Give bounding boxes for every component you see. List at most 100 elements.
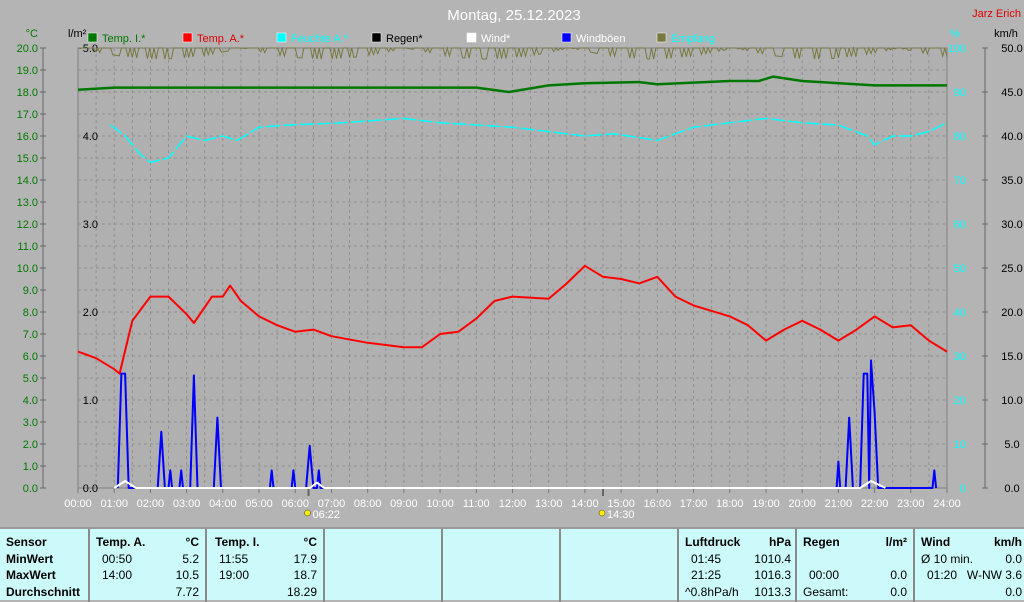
rain-tick-label: 5.0	[83, 43, 98, 55]
col-temp-a: Temp. A. °C 00:50 5.2 14:00 10.5 7.72	[88, 529, 205, 602]
temp-axis-label: °C	[26, 28, 38, 40]
col-temp-i: Temp. I.°C 11:5517.9 19:0018.7 18.29	[205, 529, 323, 602]
temp-tick-label: 4.0	[23, 395, 38, 407]
x-tick-label: 02:00	[137, 498, 165, 510]
x-tick-label: 21:00	[825, 498, 853, 510]
x-tick-label: 08:00	[354, 498, 382, 510]
wind-tick-label: 40.0	[1001, 131, 1022, 143]
humidity-tick-label: 60	[954, 219, 966, 231]
humidity-tick-label: 50	[954, 263, 966, 275]
temp-i-unit: °C	[304, 535, 317, 549]
wind-tick-label: 10.0	[1001, 395, 1022, 407]
temp-tick-label: 11.0	[17, 241, 38, 253]
legend-label: Windböen	[576, 33, 626, 45]
temp-tick-label: 8.0	[23, 307, 38, 319]
luftdruck-trend: ^0.8hPa/h	[685, 585, 739, 599]
temp-i-header: Temp. I.	[215, 535, 259, 549]
temp-tick-label: 7.0	[23, 329, 38, 341]
x-tick-label: 19:00	[752, 498, 780, 510]
luftdruck-max: 1016.3	[754, 568, 791, 582]
wind-max: W-NW 3.6	[967, 568, 1022, 582]
temp-tick-label: 12.0	[17, 219, 38, 231]
temp-a-max-time: 14:00	[102, 568, 132, 582]
sunset-icon	[599, 510, 605, 516]
luftdruck-max-time: 21:25	[691, 568, 721, 582]
regen-total: 0.0	[890, 585, 907, 599]
x-tick-label: 18:00	[716, 498, 744, 510]
humidity-axis-label: %	[950, 28, 960, 40]
sunrise-icon	[305, 510, 311, 516]
x-tick-label: 11:00	[463, 498, 490, 510]
x-tick-label: 17:00	[680, 498, 708, 510]
legend-swatch	[467, 33, 476, 42]
rain-tick-label: 0.0	[83, 483, 98, 495]
wind-avg: 0.0	[1005, 552, 1022, 566]
temp-tick-label: 5.0	[23, 373, 38, 385]
temp-i-min-time: 11:55	[219, 552, 248, 566]
col-luftdruck: LuftdruckhPa 01:451010.4 21:251016.3 ^0.…	[677, 529, 795, 602]
x-tick-label: 20:00	[788, 498, 816, 510]
temp-a-avg: 7.72	[176, 585, 199, 599]
wind-axis-label: km/h	[994, 28, 1018, 40]
regen-header: Regen	[803, 535, 840, 549]
rain-tick-label: 4.0	[83, 131, 98, 143]
wind-tick-label: 30.0	[1001, 219, 1022, 231]
temp-a-max: 10.5	[176, 568, 199, 582]
legend: Temp. I.*Temp. A.*Feuchte A.*Regen*Wind*…	[88, 33, 715, 45]
legend-label: Wind*	[481, 33, 511, 45]
x-tick-label: 10:00	[426, 498, 454, 510]
col-empty-3	[559, 529, 677, 602]
temp-tick-label: 13.0	[17, 197, 38, 209]
humidity-tick-label: 90	[954, 87, 966, 99]
x-tick-label: 16:00	[644, 498, 672, 510]
row-label-avg: Durchschnitt	[6, 585, 80, 599]
x-tick-label: 04:00	[209, 498, 237, 510]
temp-tick-label: 14.0	[17, 175, 38, 187]
temp-a-min: 5.2	[182, 552, 199, 566]
wind-tick-label: 35.0	[1001, 175, 1022, 187]
rain-axis-label: l/m²	[68, 28, 87, 40]
x-tick-label: 13:00	[535, 498, 563, 510]
temp-tick-label: 15.0	[17, 153, 38, 165]
legend-swatch	[183, 33, 192, 42]
temp-tick-label: 9.0	[23, 285, 38, 297]
temp-a-header: Temp. A.	[96, 535, 145, 549]
luftdruck-unit: hPa	[769, 535, 791, 549]
humidity-tick-label: 20	[954, 395, 966, 407]
humidity-tick-label: 100	[948, 43, 966, 55]
sensor-header: Sensor	[6, 535, 47, 549]
humidity-tick-label: 0	[960, 483, 966, 495]
row-label-min: MinWert	[6, 552, 53, 566]
temp-a-min-time: 00:50	[102, 552, 132, 566]
legend-label: Temp. A.*	[197, 33, 245, 45]
luftdruck-avg: 1013.3	[754, 585, 791, 599]
chart-title: Montag, 25.12.2023	[447, 7, 580, 24]
rain-tick-label: 2.0	[83, 307, 98, 319]
humidity-tick-label: 80	[954, 131, 966, 143]
luftdruck-min: 1010.4	[754, 552, 791, 566]
humidity-tick-label: 70	[954, 175, 966, 187]
x-tick-label: 01:00	[100, 498, 128, 510]
temp-a-unit: °C	[186, 535, 199, 549]
temp-tick-label: 3.0	[23, 417, 38, 429]
x-tick-label: 22:00	[861, 498, 889, 510]
wind-tick-label: 45.0	[1001, 87, 1022, 99]
temp-i-avg: 18.29	[287, 585, 317, 599]
legend-label: Empfang	[671, 33, 715, 45]
regen-time: 00:00	[809, 568, 839, 582]
author-label: Jarz Erich	[972, 8, 1021, 20]
wind-tick-label: 5.0	[1004, 439, 1019, 451]
temp-tick-label: 19.0	[17, 65, 38, 77]
wind-last: 0.0	[1005, 585, 1022, 599]
humidity-tick-label: 10	[954, 439, 966, 451]
x-tick-label: 06:00	[281, 498, 309, 510]
x-tick-label: 05:00	[245, 498, 273, 510]
legend-swatch	[562, 33, 571, 42]
rain-tick-label: 1.0	[83, 395, 98, 407]
col-empty-2	[441, 529, 559, 602]
temp-tick-label: 10.0	[17, 263, 38, 275]
x-tick-label: 12:00	[499, 498, 527, 510]
luftdruck-header: Luftdruck	[685, 535, 740, 549]
x-tick-label: 00:00	[64, 498, 92, 510]
wind-tick-label: 15.0	[1001, 351, 1022, 363]
